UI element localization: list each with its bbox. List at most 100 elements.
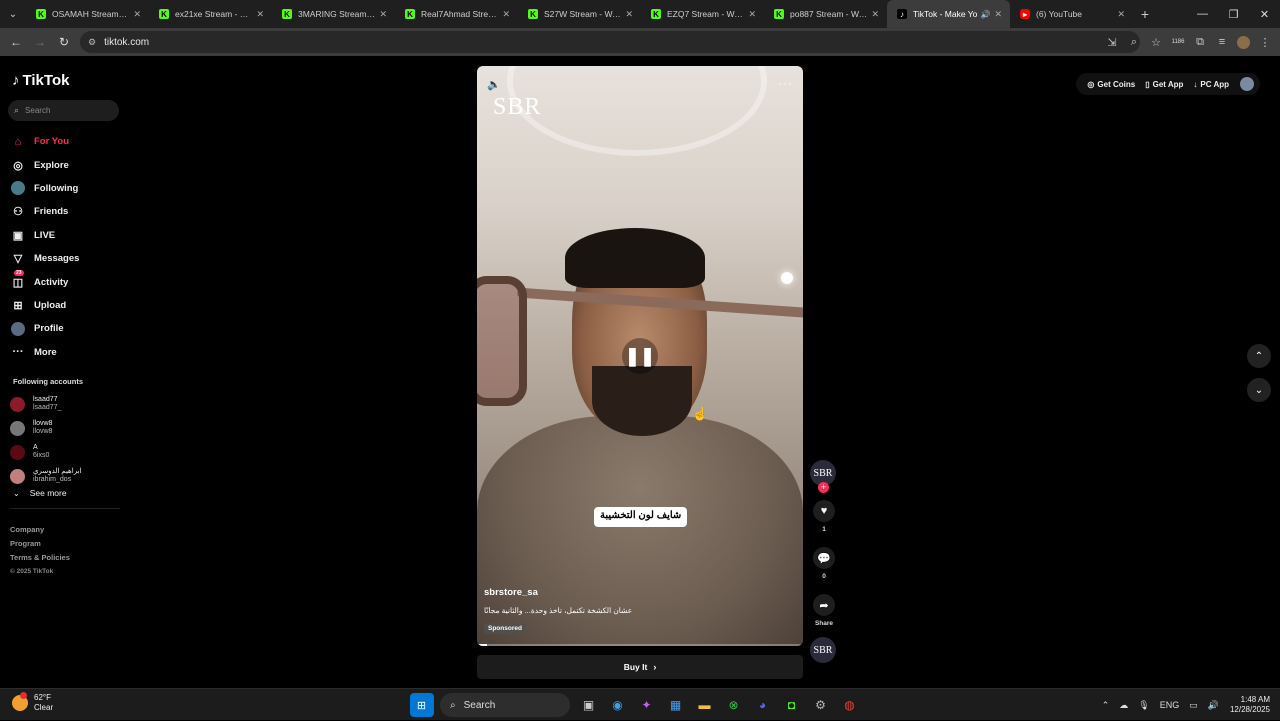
video-more-icon[interactable]: ··· <box>778 76 793 90</box>
browser-tab[interactable]: ♪ TikTok - Make Yo 🔊 ✕ <box>887 0 1010 28</box>
tab-audio-icon[interactable]: 🔊 <box>980 10 990 19</box>
follow-plus-icon[interactable]: + <box>818 482 829 493</box>
minimize-icon[interactable]: — <box>1187 0 1218 28</box>
comment-icon[interactable]: 💬 <box>813 547 835 569</box>
see-more-button[interactable]: ⌄ See more <box>13 488 67 498</box>
kick-app-icon[interactable]: ◘ <box>780 693 804 717</box>
nav-item-upload[interactable]: ⊞ Upload <box>10 294 120 317</box>
restore-icon[interactable]: ❐ <box>1218 0 1249 28</box>
previous-video-icon[interactable]: ⌃ <box>1247 344 1271 368</box>
kick-favicon-icon: K <box>528 9 538 19</box>
settings-gear-icon[interactable]: ⚙ <box>809 693 833 717</box>
network-icon[interactable]: ▭ <box>1189 700 1198 711</box>
back-icon[interactable]: ← <box>4 35 28 49</box>
browser-tab[interactable]: ▸ (6) YouTube ✕ <box>1010 0 1133 28</box>
tiktok-logo[interactable]: ♪ TikTok <box>12 72 69 89</box>
nav-item-activity[interactable]: ◫ 23 Activity <box>10 270 120 293</box>
video-player[interactable]: 🔈 ··· SBR ❚❚ شايف لون التخشيبة ☝ sbrstor… <box>477 66 803 646</box>
reload-icon[interactable]: ↻ <box>52 35 76 49</box>
taskbar-search[interactable]: ⌕ Search <box>440 693 570 717</box>
footer-company[interactable]: Company <box>10 523 70 537</box>
close-tab-icon[interactable]: ✕ <box>502 9 510 20</box>
url-field[interactable]: ⚙ tiktok.com <box>80 31 1140 53</box>
clock[interactable]: 1:48 AM 12/28/2025 <box>1230 695 1270 715</box>
search-input[interactable]: ⌕ Search <box>8 100 119 121</box>
get-coins-button[interactable]: ◎ Get Coins <box>1087 80 1135 89</box>
browser-tab[interactable]: K S27W Stream - Watc ✕ <box>518 0 641 28</box>
close-tab-icon[interactable]: ✕ <box>625 9 633 20</box>
nav-item-friends[interactable]: ⚇ Friends <box>10 200 120 223</box>
creator-avatar[interactable]: SBR + <box>810 460 836 493</box>
nav-item-profile[interactable]: Profile <box>10 317 120 340</box>
buy-it-button[interactable]: Buy It › <box>477 655 803 679</box>
tab-title: S27W Stream - Watc <box>544 9 622 19</box>
get-app-button[interactable]: ▯ Get App <box>1145 80 1183 89</box>
browser-tab[interactable]: Kpo887 Stream - Watc ✕ <box>764 0 887 28</box>
microphone-icon[interactable]: 🎙 <box>1138 700 1149 711</box>
heart-icon[interactable]: ♥ <box>813 500 835 522</box>
xbox-icon[interactable]: ⊗ <box>722 693 746 717</box>
task-view-icon[interactable]: ▣ <box>577 693 601 717</box>
pause-icon[interactable]: ❚❚ <box>622 338 658 374</box>
browser-tab[interactable]: K EZQ7 Stream - Watch ✕ <box>641 0 764 28</box>
weather-widget[interactable]: 62°F Clear <box>12 692 53 713</box>
close-tab-icon[interactable]: ✕ <box>748 9 756 20</box>
site-info-icon[interactable]: ⚙ <box>88 37 96 48</box>
following-account[interactable]: lsaad77 lsaad77_ <box>10 392 122 416</box>
following-account[interactable]: A 6ixs0 <box>10 440 122 464</box>
see-more-label: See more <box>29 488 67 498</box>
following-account[interactable]: llovw8 llovw8 <box>10 416 122 440</box>
edge-icon[interactable]: ◉ <box>606 693 630 717</box>
nav-item-messages[interactable]: ▽ Messages <box>10 247 120 270</box>
nav-item-live[interactable]: ▣ LIVE <box>10 224 120 247</box>
get-app-label: Get App <box>1152 79 1184 89</box>
browser-tab[interactable]: K Real7Ahmad Stream ✕ <box>395 0 518 28</box>
browser-profile-avatar[interactable] <box>1237 35 1250 49</box>
tab-search-icon[interactable]: ⌄ <box>0 0 26 28</box>
footer-terms[interactable]: Terms & Policies <box>10 551 70 565</box>
install-app-icon[interactable]: ⇲ <box>1101 36 1123 49</box>
video-progress-bar[interactable] <box>477 644 803 646</box>
tray-chevron-icon[interactable]: ⌃ <box>1102 700 1110 711</box>
browser-tab[interactable]: K 3MARING Stream - W ✕ <box>272 0 395 28</box>
next-video-icon[interactable]: ⌄ <box>1247 378 1271 402</box>
zoom-icon[interactable]: ⌕ <box>1123 36 1145 49</box>
browser-tab[interactable]: K OSAMAH Stream - W ✕ <box>26 0 149 28</box>
new-tab-button[interactable]: + <box>1133 6 1157 22</box>
media-control-icon[interactable]: ≡ <box>1211 36 1233 48</box>
copilot-icon[interactable]: ✦ <box>635 693 659 717</box>
forward-icon[interactable]: → <box>28 35 52 49</box>
close-tab-icon[interactable]: ✕ <box>994 9 1002 20</box>
footer-program[interactable]: Program <box>10 537 70 551</box>
discord-icon[interactable]: ◕ <box>751 693 775 717</box>
close-tab-icon[interactable]: ✕ <box>256 9 264 20</box>
following-account[interactable]: ابراهيم الدوسري ibrahim_dos <box>10 464 122 488</box>
close-window-icon[interactable]: ✕ <box>1249 0 1280 28</box>
file-explorer-icon[interactable]: ▬ <box>693 693 717 717</box>
onedrive-icon[interactable]: ☁ <box>1119 700 1128 711</box>
close-tab-icon[interactable]: ✕ <box>379 9 387 20</box>
share-icon[interactable]: ➦ <box>813 594 835 616</box>
language-indicator[interactable]: ENG <box>1160 700 1180 710</box>
browser-menu-icon[interactable]: ⋮ <box>1254 36 1276 49</box>
windows-start-icon[interactable]: ⊞ <box>409 693 434 717</box>
extension-badge[interactable]: 1186 <box>1167 39 1189 46</box>
extensions-puzzle-icon[interactable]: ⧉ <box>1189 36 1211 49</box>
close-tab-icon[interactable]: ✕ <box>133 9 141 20</box>
nav-item-following[interactable]: Following <box>10 177 120 200</box>
chrome-icon[interactable]: ◍ <box>838 693 862 717</box>
volume-icon[interactable]: 🔈 <box>487 78 501 91</box>
video-username[interactable]: sbrstore_sa <box>484 587 784 598</box>
store-icon[interactable]: ▦ <box>664 693 688 717</box>
browser-tab[interactable]: Kex21xe Stream - Wat ✕ <box>149 0 272 28</box>
user-avatar[interactable] <box>1240 77 1254 91</box>
nav-item-more[interactable]: ··· More <box>10 341 120 364</box>
bookmark-star-icon[interactable]: ☆ <box>1145 36 1167 49</box>
close-tab-icon[interactable]: ✕ <box>871 9 879 20</box>
nav-item-for-you[interactable]: ⌂ For You <box>10 130 120 153</box>
nav-item-explore[interactable]: ◎ Explore <box>10 153 120 176</box>
sound-disc-icon[interactable]: SBR <box>810 637 836 663</box>
close-tab-icon[interactable]: ✕ <box>1117 9 1125 20</box>
pc-app-button[interactable]: ↓ PC App <box>1193 80 1229 89</box>
speaker-icon[interactable]: 🔊 <box>1208 700 1219 711</box>
